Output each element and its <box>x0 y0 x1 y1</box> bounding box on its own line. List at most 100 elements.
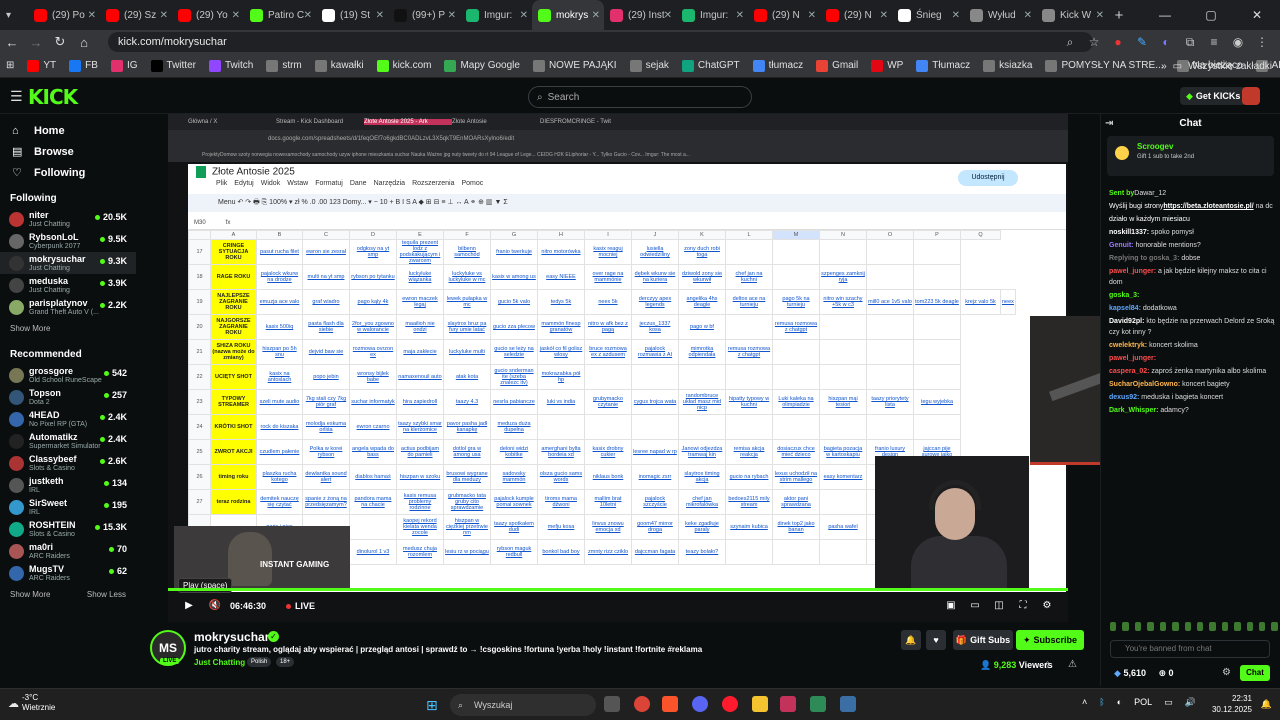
show-more-following[interactable]: Show More <box>10 324 50 333</box>
bookmark-item[interactable]: kawałki <box>314 59 364 72</box>
show-less-recommended[interactable]: Show Less <box>87 590 126 599</box>
taskview-icon[interactable] <box>604 696 620 712</box>
settings-icon[interactable]: ⚙ <box>1040 600 1054 612</box>
collapse-chat-icon[interactable]: ⇥ <box>1105 114 1113 134</box>
close-tab-icon[interactable]: ✕ <box>880 10 888 21</box>
send-chat-button[interactable]: Chat <box>1240 665 1270 681</box>
chat-username[interactable]: dexus92: <box>1109 394 1139 401</box>
search-input[interactable]: ⌕ Search <box>528 86 752 108</box>
taskbar-search[interactable]: ⌕ Wyszukaj <box>450 694 596 716</box>
clock[interactable]: 22:31 30.12.2025 <box>1212 693 1252 715</box>
tray-chevron-icon[interactable]: ˄ <box>1082 697 1087 708</box>
bookmark-item[interactable]: sejak <box>629 59 669 72</box>
sidebar-nav-browse[interactable]: ▤ Browse <box>0 141 136 162</box>
emote-icon[interactable] <box>1110 622 1117 631</box>
chat-settings-icon[interactable]: ⚙ <box>1222 667 1231 678</box>
chat-username[interactable]: pawel_junger: <box>1109 268 1156 275</box>
emote-icon[interactable] <box>1234 622 1241 631</box>
chat-username[interactable]: Genuit: <box>1109 242 1134 249</box>
notepad-icon[interactable] <box>840 696 856 712</box>
bookmark-item[interactable]: Mapy Google <box>444 59 520 72</box>
browser-tab[interactable]: (19) St ✕ <box>316 0 388 30</box>
bookmark-item[interactable]: ChatGPT <box>681 59 740 72</box>
record-icon[interactable]: ● <box>1106 35 1130 49</box>
browser-tab[interactable]: Śnieg ✕ <box>892 0 964 30</box>
browser-tab[interactable]: (29) N ✕ <box>820 0 892 30</box>
browser-tab[interactable]: (99+) P ✕ <box>388 0 460 30</box>
tag-age[interactable]: 18+ <box>276 657 295 667</box>
menu-icon[interactable]: ⋮ <box>1250 35 1274 49</box>
notification-icon[interactable]: 🔔 <box>1261 699 1272 710</box>
browser-tab[interactable]: mokrys ✕ <box>532 0 604 30</box>
chat-username[interactable]: David92pl: <box>1109 318 1144 325</box>
sidebar-nav-following[interactable]: ♡ Following <box>0 162 136 183</box>
channel-item[interactable]: Topson Dota 2 257 <box>0 386 136 408</box>
fullscreen-icon[interactable]: ⛶ <box>1016 600 1030 612</box>
emote-icon[interactable] <box>1147 622 1154 631</box>
chat-username[interactable]: goska_3: <box>1109 292 1139 299</box>
close-tab-icon[interactable]: ✕ <box>88 10 96 21</box>
profile-icon[interactable]: ◉ <box>1226 35 1250 49</box>
emote-icon[interactable] <box>1259 622 1266 631</box>
close-tab-icon[interactable]: ✕ <box>736 10 744 21</box>
channel-item[interactable]: justketh IRL 134 <box>0 474 136 496</box>
clip-icon[interactable]: ▣ <box>944 600 958 612</box>
emote-icon[interactable] <box>1196 622 1204 631</box>
bookmark-item[interactable]: YT <box>27 59 56 72</box>
bookmark-item[interactable]: Tłumacz <box>916 59 970 72</box>
extension-icon[interactable]: ✎ <box>1130 35 1154 49</box>
brave-icon[interactable] <box>662 696 678 712</box>
zoom-icon[interactable]: ⌕ <box>1058 35 1082 50</box>
close-tab-icon[interactable]: ✕ <box>520 10 528 21</box>
emote-icon[interactable] <box>1184 622 1191 631</box>
emote-icon[interactable] <box>1221 622 1229 631</box>
bookmark-item[interactable]: tłumacz <box>752 59 803 72</box>
close-tab-icon[interactable]: ✕ <box>664 10 672 21</box>
media-icon[interactable]: ≡ <box>1202 35 1226 49</box>
channel-item[interactable]: ROSHTEIN Slots & Casino 15.3K <box>0 518 136 540</box>
url-field[interactable]: kick.com/mokrysuchar <box>108 32 1093 52</box>
vpn-icon[interactable]: ◐ <box>1154 35 1178 49</box>
chrome-icon[interactable] <box>634 696 650 712</box>
mute-icon[interactable]: 🔇 <box>208 600 222 612</box>
browser-tab[interactable]: (29) Po ✕ <box>28 0 100 30</box>
bookmark-item[interactable]: NOWE PAJĄKI <box>532 59 617 72</box>
kick-logo[interactable]: KICK <box>28 85 88 109</box>
more-bookmarks-icon[interactable]: » <box>1161 61 1167 72</box>
channel-item[interactable]: RybsonLoL Cyberpunk 2077 9.5K <box>0 230 136 252</box>
browser-tab[interactable]: (29) Inst ✕ <box>604 0 676 30</box>
new-tab-icon[interactable]: + <box>1108 7 1130 24</box>
chat-username[interactable]: Dark_Whisper: <box>1109 407 1158 414</box>
channel-item[interactable]: meduska Just Chatting 3.9K <box>0 274 136 296</box>
progress-bar[interactable] <box>168 588 1068 591</box>
browser-tab[interactable]: (29) N ✕ <box>748 0 820 30</box>
emote-icon[interactable] <box>1246 622 1254 631</box>
gift-subs-button[interactable]: 🎁 Gift Subs <box>953 630 1013 650</box>
pip-icon[interactable]: ◫ <box>992 600 1006 612</box>
discord-icon[interactable] <box>692 696 708 712</box>
channel-name[interactable]: mokrysuchar <box>194 630 269 644</box>
emote-icon[interactable] <box>1134 622 1142 631</box>
kick-app-icon[interactable] <box>780 696 796 712</box>
chat-username[interactable]: caspera_02: <box>1109 368 1149 375</box>
bookmark-item[interactable]: Twitter <box>150 59 196 72</box>
tray-app-icon[interactable]: ◐ <box>1117 697 1122 708</box>
star-icon[interactable]: ☆ <box>1082 35 1106 49</box>
back-icon[interactable]: ← <box>0 35 24 50</box>
follow-heart-button[interactable]: ♥ <box>926 630 946 650</box>
close-window-icon[interactable]: ✕ <box>1234 0 1280 30</box>
home-browser-icon[interactable]: ⌂ <box>72 35 96 50</box>
network-icon[interactable]: ▭ <box>1164 697 1173 708</box>
weather-widget[interactable]: -3°C Wietrznie <box>22 693 55 713</box>
channel-item[interactable]: mokrysuchar Just Chatting 9.3K <box>0 252 136 274</box>
browser-tab[interactable]: Imgur: ✕ <box>460 0 532 30</box>
chat-username[interactable]: Sent by <box>1109 190 1134 197</box>
video-player[interactable]: Główna / X Stream - Kick Dashboard Złote A… <box>168 114 1280 622</box>
close-tab-icon[interactable]: ✕ <box>232 10 240 21</box>
language-indicator[interactable]: POL <box>1134 697 1152 708</box>
close-tab-icon[interactable]: ✕ <box>1024 10 1032 21</box>
emote-icon[interactable] <box>1159 622 1167 631</box>
browser-tab[interactable]: Imgur: ✕ <box>676 0 748 30</box>
chat-username[interactable]: kapsel84: <box>1109 305 1141 312</box>
emote-icon[interactable] <box>1122 622 1129 631</box>
